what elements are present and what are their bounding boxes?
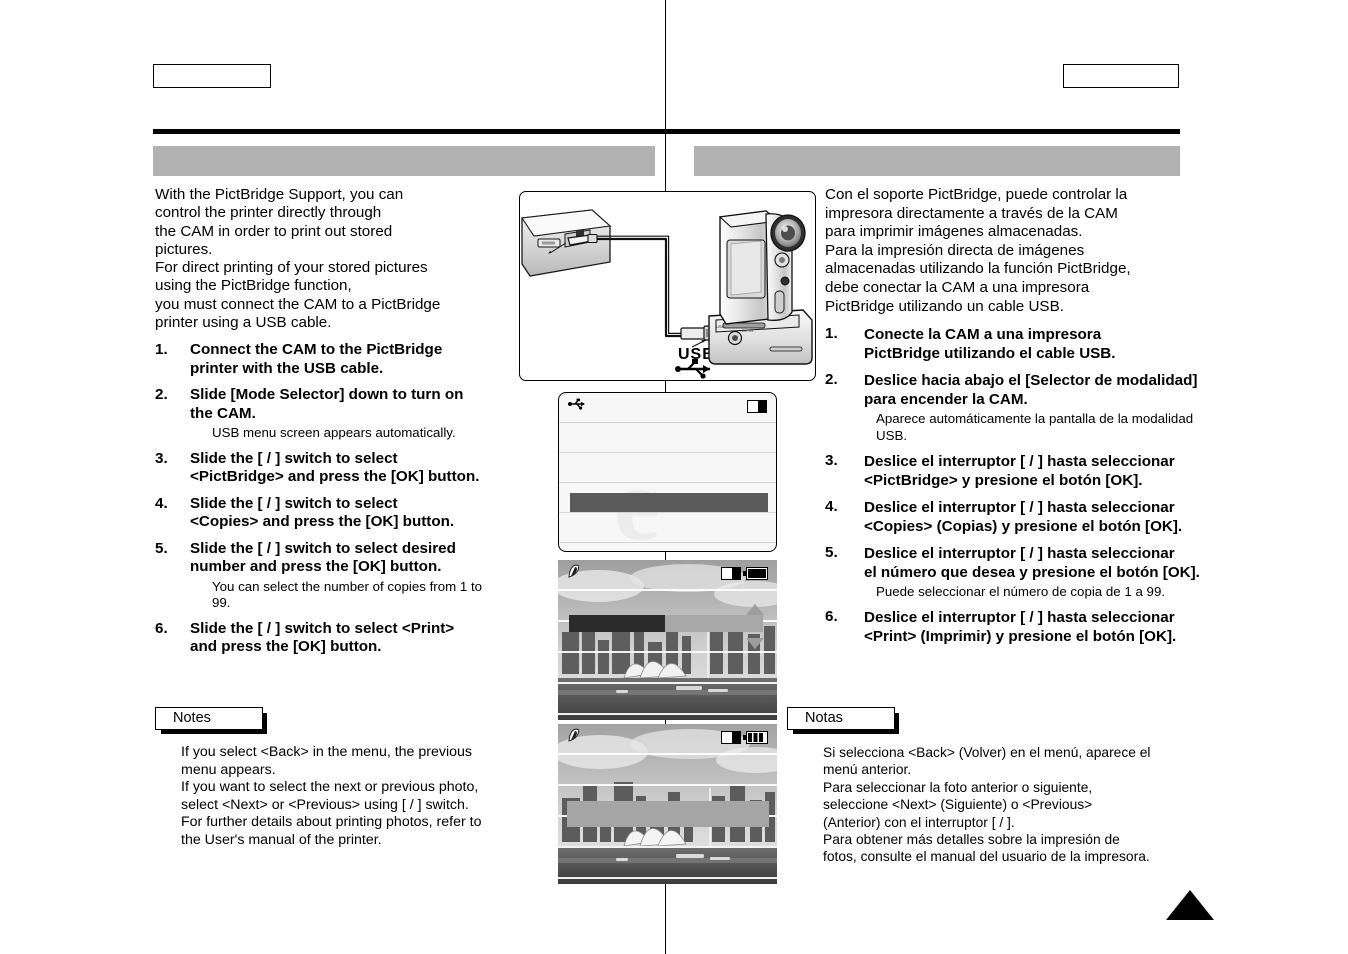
english-notes-body: If you select <Back> in the menu, the pr…: [181, 744, 482, 848]
step-text: Slide the [ / ] switch to select desired…: [190, 539, 456, 576]
step-item: 3. Slide the [ / ] switch to select <Pic…: [155, 450, 545, 487]
step-note: You can select the number of copies from…: [212, 578, 483, 611]
step-number: 4.: [825, 497, 838, 515]
step-number: 6.: [155, 619, 168, 637]
step-text: Deslice hacia abajo el [Selector de moda…: [864, 372, 1198, 409]
lcd-status-icons: [721, 731, 768, 744]
step-number: 3.: [155, 449, 168, 467]
photo-mode-icon: [567, 563, 587, 584]
step-number: 6.: [825, 608, 838, 626]
english-intro-paragraph: With the PictBridge Support, you can con…: [155, 186, 441, 332]
header-rule: [153, 129, 1180, 134]
section-title-bar-english: [153, 146, 655, 176]
step-note: USB menu screen appears automatically.: [212, 425, 456, 441]
step-item: 6. Deslice el interruptor [ / ] hasta se…: [825, 608, 1200, 646]
step-text: Deslice el interruptor [ / ] hasta selec…: [864, 452, 1175, 489]
step-text: Slide [Mode Selector] down to turn on th…: [190, 386, 464, 422]
lcd-status-bar: [558, 560, 777, 584]
step-item: 5. Slide the [ / ] switch to select desi…: [155, 540, 545, 612]
page-corner-triangle-marker: [1166, 890, 1214, 920]
section-title-spanish: [694, 146, 1180, 151]
step-text: Deslice el interruptor [ / ] hasta selec…: [864, 498, 1183, 535]
lcd-status-bar: [558, 724, 777, 748]
step-item: 3. Deslice el interruptor [ / ] hasta se…: [825, 452, 1200, 490]
memory-card-icon: [721, 567, 741, 580]
scroll-down-arrow-icon[interactable]: [746, 638, 764, 649]
section-title-bar-spanish: [694, 146, 1180, 176]
usb-icon: [568, 397, 586, 416]
lcd-photo-sydney: [558, 560, 777, 720]
battery-full-icon: [743, 731, 768, 744]
photo-mode-icon: [567, 727, 587, 748]
lcd-screen-usb-menu: e: [558, 392, 777, 552]
step-note: Puede seleccionar el número de copia de …: [876, 583, 1166, 599]
lcd-screen-print: [558, 724, 777, 884]
svg-text:DC IN: DC IN: [742, 328, 753, 333]
step-item: 4. Slide the [ / ] switch to select <Cop…: [155, 495, 545, 532]
memory-card-icon: [721, 731, 741, 744]
english-notes-label: Notes: [173, 710, 211, 726]
step-item: 6. Slide the [ / ] switch to select <Pri…: [155, 620, 545, 657]
spanish-column: Con el soporte PictBridge, puede control…: [825, 186, 1200, 654]
manual-page: With the PictBridge Support, you can con…: [0, 0, 1348, 954]
step-item: 2. Slide [Mode Selector] down to turn on…: [155, 386, 545, 441]
english-column: With the PictBridge Support, you can con…: [155, 186, 545, 665]
step-text: Deslice el interruptor [ / ] hasta selec…: [864, 544, 1200, 581]
english-notes-block: Notes If you select <Back> in the menu, …: [155, 707, 481, 850]
english-step-list: 1. Connect the CAM to the PictBridge pri…: [155, 341, 545, 656]
header-box-left: [153, 64, 271, 88]
usb-connection-illustration: USB USB DC IN: [519, 191, 816, 381]
lcd-selected-menu-row[interactable]: [570, 493, 768, 512]
spanish-step-list: 1. Conecte la CAM a una impresora PictBr…: [825, 325, 1200, 646]
spanish-notes-label: Notas: [805, 710, 843, 726]
section-title-english: [153, 146, 655, 151]
step-number: 5.: [155, 539, 168, 557]
step-text: Slide the [ / ] switch to select <Copies…: [190, 494, 455, 531]
step-number: 1.: [825, 325, 838, 343]
usb-connection-diagram: USB USB DC IN: [521, 209, 813, 379]
lcd-selected-option-label[interactable]: [569, 615, 665, 632]
camcorder-illustration: [718, 210, 806, 325]
lcd-selected-option-value[interactable]: [665, 615, 763, 632]
step-number: 1.: [155, 341, 168, 359]
english-notes-tab: Notes: [155, 707, 267, 734]
header-box-right: [1063, 64, 1179, 88]
step-item: 4. Deslice el interruptor [ / ] hasta se…: [825, 498, 1200, 536]
spanish-notes-tab: Notas: [787, 707, 899, 734]
step-number: 3.: [825, 451, 838, 469]
step-number: 5.: [825, 543, 838, 561]
step-item: 1. Connect the CAM to the PictBridge pri…: [155, 341, 545, 378]
scroll-up-arrow-icon[interactable]: [746, 604, 764, 615]
step-number: 2.: [825, 371, 838, 389]
step-item: 5. Deslice el interruptor [ / ] hasta se…: [825, 544, 1200, 600]
spanish-intro-paragraph: Con el soporte PictBridge, puede control…: [825, 186, 1131, 315]
spanish-notes-body: Si selecciona <Back> (Volver) en el menú…: [823, 745, 1151, 865]
memory-card-icon: [747, 400, 767, 413]
spanish-notes-block: Notas Si selecciona <Back> (Volver) en e…: [787, 707, 1150, 866]
battery-icon: [743, 567, 768, 580]
lcd-screen-copies: [558, 560, 777, 720]
step-text: Connect the CAM to the PictBridge printe…: [190, 341, 443, 377]
step-text: Slide the [ / ] switch to select <PictBr…: [190, 449, 480, 486]
svg-text:USB: USB: [716, 324, 725, 329]
step-number: 4.: [155, 494, 168, 512]
lcd-status-bar: [559, 393, 776, 417]
step-text: Deslice el interruptor [ / ] hasta selec…: [864, 609, 1177, 646]
step-text: Conecte la CAM a una impresora PictBridg…: [864, 326, 1116, 363]
step-item: 2. Deslice hacia abajo el [Selector de m…: [825, 371, 1200, 444]
step-text: Slide the [ / ] switch to select <Print>…: [190, 619, 455, 656]
lcd-status-icons: [721, 567, 768, 580]
step-item: 1. Conecte la CAM a una impresora PictBr…: [825, 325, 1200, 363]
lcd-selected-menu-row[interactable]: [567, 801, 769, 827]
step-number: 2.: [155, 386, 168, 404]
lcd-status-icons: [747, 400, 767, 413]
step-note: Aparece automáticamente la pantalla de l…: [876, 411, 1194, 443]
